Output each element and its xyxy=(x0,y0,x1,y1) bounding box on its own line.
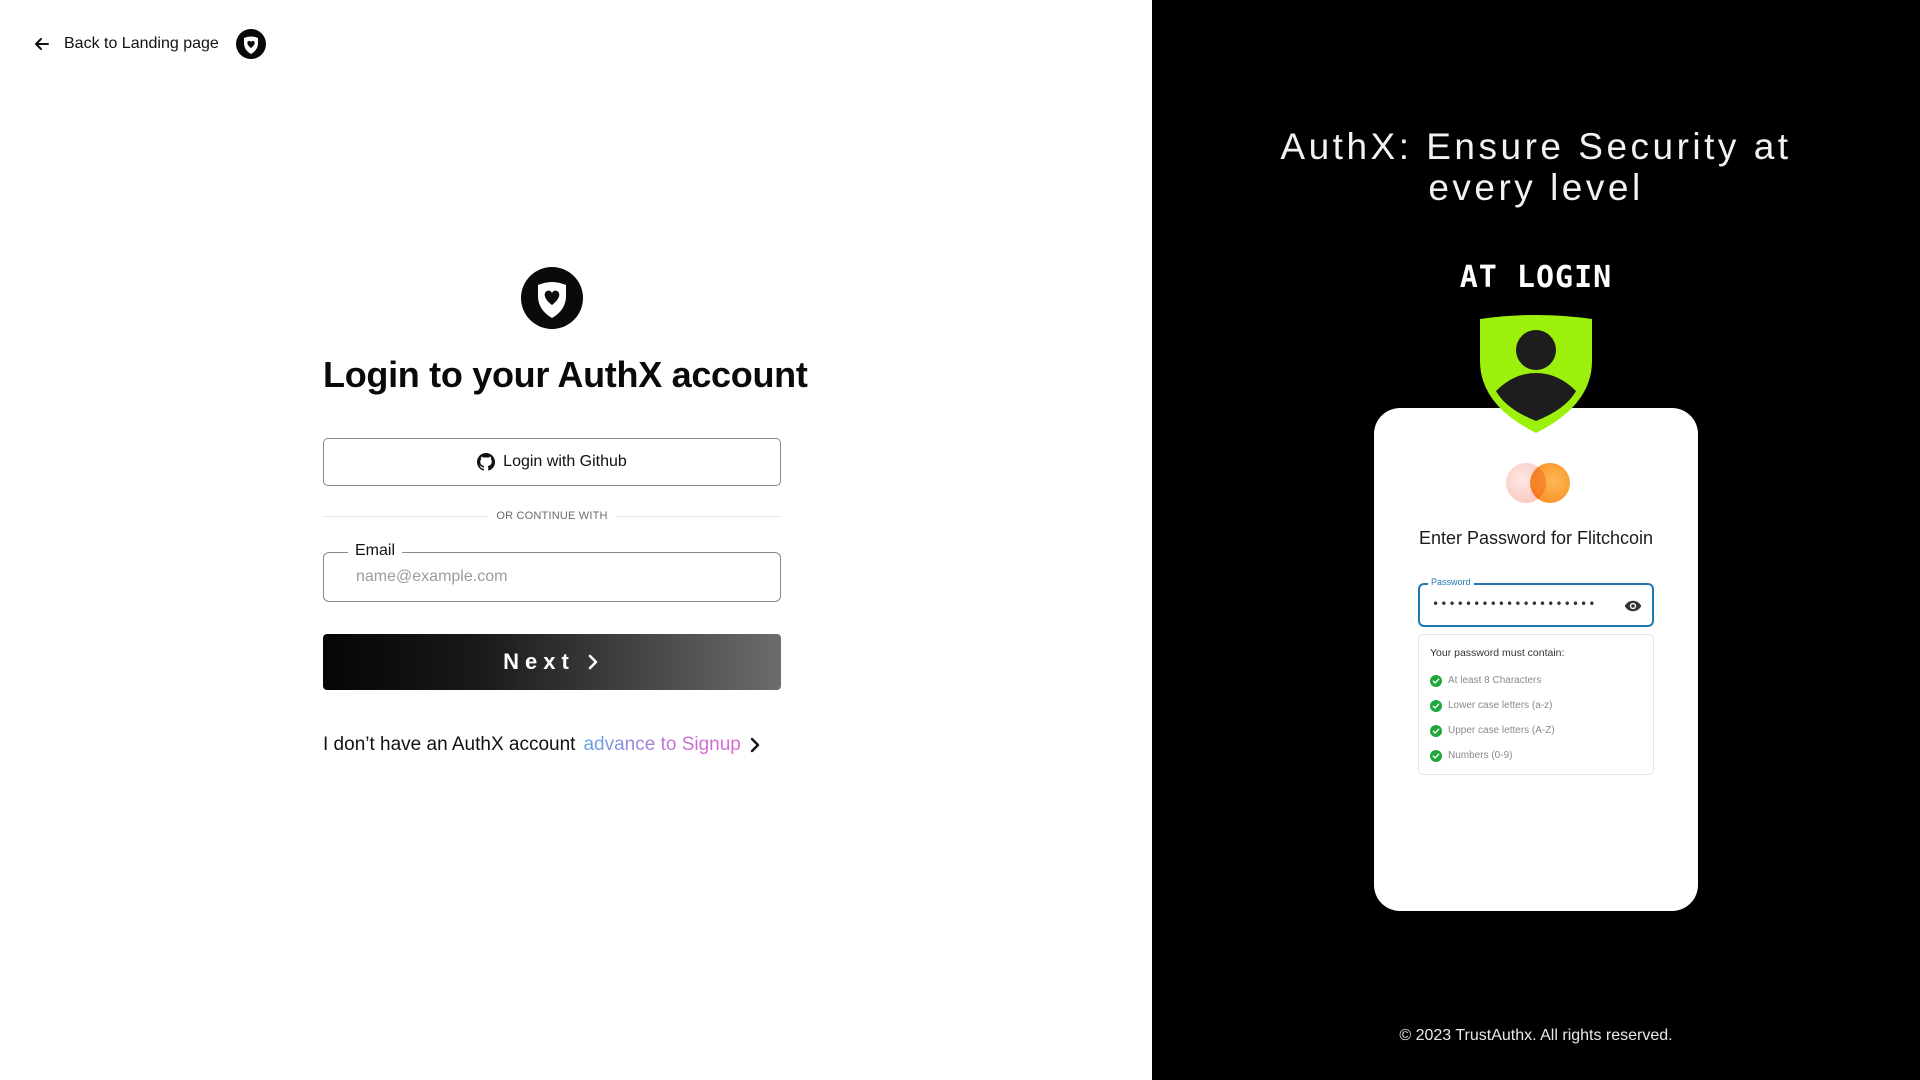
password-rule: Upper case letters (A-Z) xyxy=(1430,718,1642,743)
password-rule: Lower case letters (a-z) xyxy=(1430,693,1642,718)
login-github-button[interactable]: Login with Github xyxy=(323,438,781,486)
email-input[interactable] xyxy=(324,553,780,601)
password-field: Password •••••••••••••••••••• xyxy=(1418,577,1654,627)
password-rule-text: Numbers (0-9) xyxy=(1448,750,1513,761)
no-account-text: I don’t have an AuthX account xyxy=(323,734,576,755)
signup-link[interactable]: advance to Signup xyxy=(583,734,740,756)
check-circle-icon xyxy=(1430,749,1442,762)
password-rules: Your password must contain: At least 8 C… xyxy=(1418,634,1654,775)
password-label: Password xyxy=(1428,577,1474,587)
chevron-right-icon[interactable] xyxy=(747,737,763,753)
page-title: Login to your AuthX account xyxy=(323,354,808,395)
signup-row: I don’t have an AuthX account advance to… xyxy=(323,734,781,756)
divider-label: OR CONTINUE WITH xyxy=(496,510,608,522)
password-rule-text: Lower case letters (a-z) xyxy=(1448,700,1553,711)
continue-with-divider: OR CONTINUE WITH xyxy=(323,510,782,522)
check-circle-icon xyxy=(1430,674,1442,687)
shield-logo-icon xyxy=(235,28,267,60)
check-circle-icon xyxy=(1430,699,1442,712)
back-link-label: Back to Landing page xyxy=(64,35,219,52)
chevron-right-icon xyxy=(585,654,601,670)
password-prompt: Enter Password for Flitchcoin xyxy=(1418,528,1654,548)
eye-icon xyxy=(1624,598,1642,614)
password-rule: Numbers (0-9) xyxy=(1430,743,1642,768)
copyright-text: © 2023 TrustAuthx. All rights reserved. xyxy=(1399,1027,1673,1044)
password-rules-title: Your password must contain: xyxy=(1430,647,1565,659)
promo-panel: AuthX: Ensure Security at every level AT… xyxy=(1152,0,1920,1080)
divider-line-right xyxy=(615,515,782,517)
user-shield-icon xyxy=(1474,313,1598,435)
password-rule: At least 8 Characters xyxy=(1430,668,1642,693)
password-rule-text: Upper case letters (A-Z) xyxy=(1448,725,1555,736)
back-to-landing-link[interactable]: Back to Landing page xyxy=(32,28,267,60)
divider-line-left xyxy=(323,515,489,517)
promo-title: AuthX: Ensure Security at every level xyxy=(1152,126,1920,208)
brand-circle-right xyxy=(1530,463,1570,503)
brand-circles-icon xyxy=(1506,463,1570,503)
check-circle-icon xyxy=(1430,724,1442,737)
password-demo-card: Enter Password for Flitchcoin Password •… xyxy=(1374,408,1698,911)
arrow-left-icon xyxy=(32,34,52,54)
github-button-label: Login with Github xyxy=(503,453,627,470)
promo-title-line-1: AuthX: Ensure Security at xyxy=(1280,126,1792,167)
password-rule-text: At least 8 Characters xyxy=(1448,675,1542,686)
github-icon xyxy=(477,453,496,471)
login-form: Login to your AuthX account Login with G… xyxy=(323,266,808,756)
next-button[interactable]: Next xyxy=(323,634,781,690)
login-panel: Back to Landing page Login to your AuthX… xyxy=(0,0,1152,1080)
promo-subtitle: AT LOGIN xyxy=(1459,260,1613,295)
password-value: •••••••••••••••••••• xyxy=(1432,597,1597,611)
promo-title-line-2: every level xyxy=(1428,167,1644,208)
email-field: Email xyxy=(323,542,781,602)
next-button-label: Next xyxy=(503,649,575,674)
authx-logo-icon xyxy=(520,266,584,330)
